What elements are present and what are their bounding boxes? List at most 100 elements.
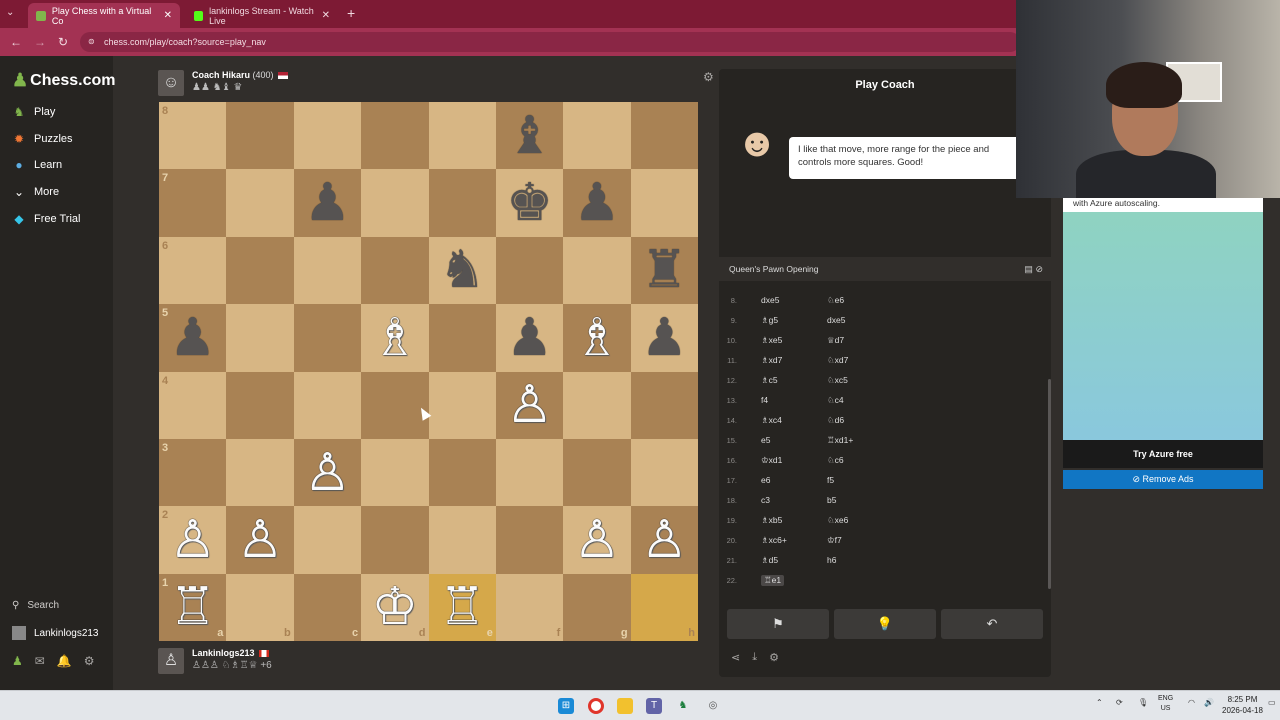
tab-kick[interactable]: lankinlogs Stream - Watch Live ✕ <box>186 3 338 28</box>
square-d7[interactable] <box>361 169 429 237</box>
white-move[interactable]: dxe5 <box>761 295 779 305</box>
square-g8[interactable] <box>563 102 631 170</box>
black-move[interactable]: ♘c6 <box>827 455 844 466</box>
mic-icon[interactable]: 🎙 <box>1138 698 1148 707</box>
square-b7[interactable] <box>226 169 294 237</box>
square-c3[interactable]: ♙ <box>293 438 362 507</box>
white-move[interactable]: ♗d5 <box>761 555 778 566</box>
square-e6[interactable]: ♞ <box>428 236 496 305</box>
sidebar-item-puzzles[interactable]: ✹ Puzzles <box>12 132 73 146</box>
close-tab-icon[interactable]: ✕ <box>322 10 330 21</box>
square-g5[interactable]: ♗ <box>563 304 631 372</box>
back-icon[interactable]: ← <box>10 35 22 49</box>
resign-button[interactable]: ⚑ <box>727 609 829 639</box>
white-move[interactable]: ♗xe5 <box>761 335 782 346</box>
ad-cta-button[interactable]: Try Azure free <box>1063 440 1263 468</box>
black-pawn-piece[interactable]: ♟ <box>169 312 216 364</box>
square-a5[interactable]: 5 ♟ <box>159 304 227 372</box>
square-b8[interactable] <box>226 102 294 170</box>
black-move[interactable]: f5 <box>827 475 834 485</box>
sync-icon[interactable]: ⟳ <box>1116 698 1123 707</box>
square-f6[interactable] <box>495 236 564 305</box>
square-f8[interactable]: ♝ <box>495 102 564 170</box>
square-d5[interactable]: ♗ <box>361 304 429 372</box>
square-c2[interactable] <box>293 506 362 574</box>
white-rook-piece[interactable]: ♖ <box>439 581 486 633</box>
sidebar-item-learn[interactable]: ● Learn <box>12 158 62 172</box>
book-icon[interactable]: ▤ <box>1024 264 1033 274</box>
square-e2[interactable] <box>428 506 496 574</box>
black-move[interactable]: ♘xd7 <box>827 355 848 366</box>
square-f7[interactable]: ♚ <box>495 169 564 237</box>
white-pawn-piece[interactable]: ♙ <box>169 514 216 566</box>
square-e3[interactable] <box>428 438 496 507</box>
forward-icon[interactable]: → <box>34 35 46 49</box>
square-g4[interactable] <box>563 371 631 439</box>
square-d6[interactable] <box>361 236 429 305</box>
square-e4[interactable] <box>428 371 496 439</box>
black-pawn-piece[interactable]: ♟ <box>574 177 621 229</box>
white-move[interactable]: f4 <box>761 395 768 405</box>
square-f2[interactable] <box>495 506 564 574</box>
site-info-icon[interactable]: ⊜ <box>88 37 95 46</box>
undo-button[interactable]: ↶ <box>941 609 1043 639</box>
black-move[interactable]: b5 <box>827 495 836 505</box>
obs-icon[interactable]: ◎ <box>705 698 721 714</box>
square-h8[interactable] <box>630 102 698 170</box>
square-e5[interactable] <box>428 304 496 372</box>
square-e1[interactable]: e ♖ <box>428 573 496 641</box>
square-b1[interactable]: b <box>226 573 294 641</box>
white-move[interactable]: c3 <box>761 495 770 505</box>
wifi-icon[interactable]: ◠ <box>1188 698 1195 707</box>
square-b2[interactable]: ♙ <box>226 506 294 574</box>
chess-board[interactable]: 8 ♝ 7 ♟ ♚ ♟ 6 ♞ ♜ 5 ♟ ♗ ♟ ♗ ♟ 4 ♙ 3 ♙ 2 ♙ ♙ ♙ ♙ 1 a ♖ b c d ♔ e ♖ f g h <box>159 102 698 641</box>
white-bishop-piece[interactable]: ♗ <box>574 312 621 364</box>
square-a7[interactable]: 7 <box>159 169 227 237</box>
square-d3[interactable] <box>361 438 429 507</box>
black-rook-piece[interactable]: ♜ <box>641 244 688 296</box>
black-move[interactable]: ♖xd1+ <box>827 435 853 446</box>
clock[interactable]: 8:25 PM 2026-04-18 <box>1222 694 1263 716</box>
windows-start-icon[interactable]: ⊞ <box>558 698 574 714</box>
mail-icon[interactable]: ✉ <box>35 654 45 668</box>
settings-circle-icon[interactable]: ⊘ <box>1035 264 1043 274</box>
sidebar-profile[interactable]: Lankinlogs213 <box>12 626 99 640</box>
share-icon[interactable]: ⋖ <box>731 651 740 664</box>
square-b6[interactable] <box>226 236 294 305</box>
black-move[interactable]: h6 <box>827 555 836 565</box>
white-move[interactable]: ♖e1 <box>761 575 785 586</box>
square-d8[interactable] <box>361 102 429 170</box>
square-h6[interactable]: ♜ <box>630 236 698 305</box>
black-move[interactable]: ♘xe6 <box>827 515 848 526</box>
sidebar-item-free-trial[interactable]: ◆ Free Trial <box>12 212 80 226</box>
url-field[interactable]: ⊜ chess.com/play/coach?source=play_nav <box>80 32 1020 52</box>
white-king-piece[interactable]: ♔ <box>372 581 419 633</box>
board-settings-icon[interactable]: ⚙ <box>703 70 714 84</box>
square-a3[interactable]: 3 <box>159 438 227 507</box>
ad-image[interactable] <box>1063 212 1263 440</box>
square-c8[interactable] <box>293 102 362 170</box>
square-c4[interactable] <box>293 371 362 439</box>
square-e8[interactable] <box>428 102 496 170</box>
square-d4[interactable] <box>361 371 429 439</box>
white-pawn-piece[interactable]: ♙ <box>304 447 351 499</box>
reload-icon[interactable]: ↻ <box>58 35 68 49</box>
white-move[interactable]: ♗c5 <box>761 375 778 386</box>
square-a6[interactable]: 6 <box>159 236 227 305</box>
white-pawn-piece[interactable]: ♙ <box>641 514 688 566</box>
square-c5[interactable] <box>293 304 362 372</box>
tray-chevron-icon[interactable]: ⌃ <box>1096 698 1103 707</box>
black-move[interactable]: dxe5 <box>827 315 845 325</box>
chrome-icon[interactable] <box>588 698 604 714</box>
white-pawn-piece[interactable]: ♙ <box>506 379 553 431</box>
square-c6[interactable] <box>293 236 362 305</box>
bell-icon[interactable]: 🔔 <box>57 654 72 668</box>
move-list[interactable]: 8. dxe5 ♘e6 9. ♗g5 dxe5 10. ♗xe5 ♕d7 11. ♗xd7 ♘xd7 1… <box>719 281 1051 591</box>
square-f5[interactable]: ♟ <box>495 304 564 372</box>
sidebar-item-play[interactable]: ♞ Play <box>12 105 56 119</box>
square-d1[interactable]: d ♔ <box>361 573 429 641</box>
square-g6[interactable] <box>563 236 631 305</box>
square-g3[interactable] <box>563 438 631 507</box>
tab-list-icon[interactable]: ⌄ <box>6 7 14 18</box>
remove-ads-button[interactable]: ⊘ Remove Ads <box>1063 470 1263 489</box>
